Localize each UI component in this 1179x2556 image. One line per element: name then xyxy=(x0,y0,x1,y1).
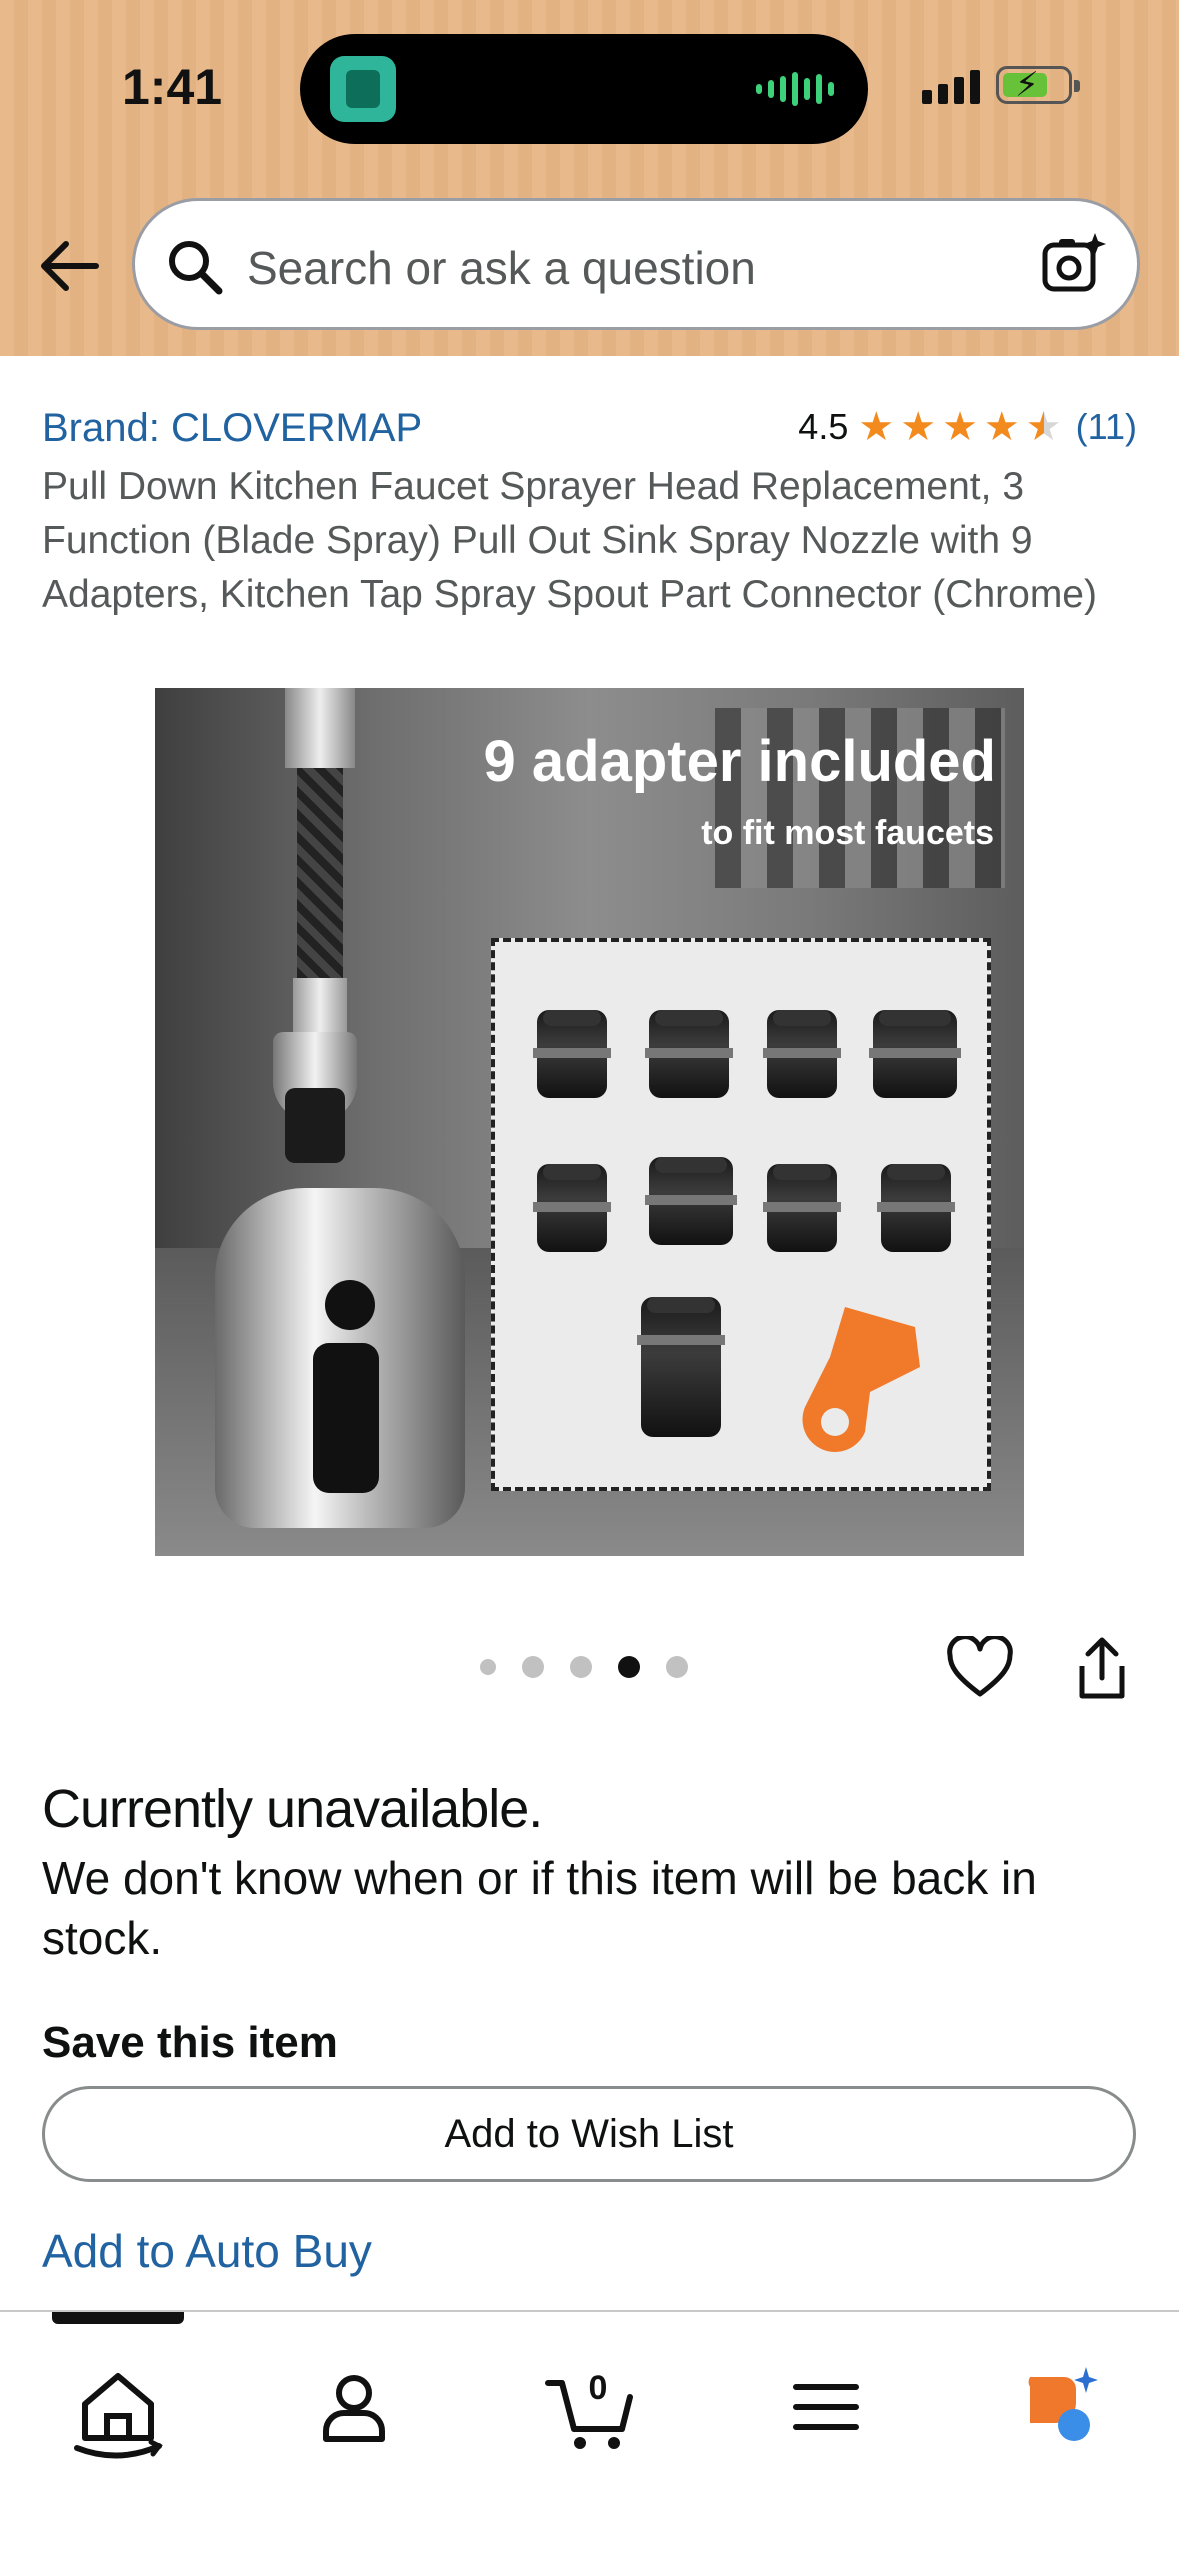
status-time: 1:41 xyxy=(122,59,223,115)
faucet-hose xyxy=(285,688,355,768)
star-full-icon: ★ xyxy=(900,405,937,449)
home-icon[interactable] xyxy=(58,2342,178,2472)
star-full-icon: ★ xyxy=(858,405,895,449)
adapters-panel xyxy=(491,938,991,1491)
back-arrow-icon[interactable] xyxy=(36,236,100,296)
search-icon xyxy=(165,237,225,302)
rating-value: 4.5 xyxy=(798,406,849,447)
heart-icon[interactable] xyxy=(946,1634,1014,1705)
dynamic-island[interactable] xyxy=(300,34,868,144)
now-playing-app-icon[interactable] xyxy=(330,56,396,122)
product-image[interactable]: 9 adapter included to fit most faucets xyxy=(155,688,1024,1556)
account-icon[interactable] xyxy=(294,2342,414,2472)
review-count-link[interactable]: (11) xyxy=(1076,406,1137,448)
search-bar[interactable]: Search or ask a question xyxy=(132,198,1140,330)
rating-summary[interactable]: 4.5 ★ ★ ★ ★ ★ (11) xyxy=(798,406,1137,448)
availability-heading: Currently unavailable. xyxy=(42,1779,543,1839)
save-item-heading: Save this item xyxy=(42,2018,338,2067)
search-input[interactable]: Search or ask a question xyxy=(247,241,756,295)
carousel-dot[interactable] xyxy=(570,1656,592,1678)
active-tab-indicator xyxy=(52,2312,184,2324)
menu-icon[interactable] xyxy=(766,2342,886,2472)
add-to-auto-buy-link[interactable]: Add to Auto Buy xyxy=(42,2224,372,2278)
header: 1:41 ⚡ Search or ask a question xyxy=(0,0,1179,356)
carousel-dot[interactable] xyxy=(480,1659,496,1675)
product-title: Pull Down Kitchen Faucet Sprayer Head Re… xyxy=(42,465,1097,616)
camera-search-icon[interactable] xyxy=(1037,229,1109,306)
star-full-icon: ★ xyxy=(983,405,1020,449)
availability-message: We don't know when or if this item will … xyxy=(42,1852,1037,1964)
add-to-wish-list-button[interactable]: Add to Wish List xyxy=(42,2086,1136,2182)
carousel-dot[interactable] xyxy=(522,1656,544,1678)
cart-icon[interactable]: 0 xyxy=(530,2342,650,2472)
cellular-signal-icon xyxy=(922,70,980,104)
orange-key xyxy=(775,1297,925,1457)
carousel-dot[interactable] xyxy=(666,1656,688,1678)
bottom-tab-bar: 0 xyxy=(0,2310,1179,2556)
rufus-assistant-icon[interactable] xyxy=(1000,2342,1120,2472)
battery-icon: ⚡ xyxy=(996,66,1080,104)
audio-wave-icon xyxy=(756,72,834,106)
cart-count: 0 xyxy=(589,2369,608,2407)
image-headline: 9 adapter included xyxy=(483,729,996,794)
star-full-icon: ★ xyxy=(942,405,978,449)
adapter-piece xyxy=(285,1088,345,1163)
star-half-icon: ★ xyxy=(1025,405,1062,449)
carousel-dots[interactable] xyxy=(480,1656,688,1678)
brand-link[interactable]: Brand: CLOVERMAP xyxy=(42,406,422,451)
sprayer-head xyxy=(215,1188,465,1528)
image-subline: to fit most faucets xyxy=(701,814,994,852)
share-icon[interactable] xyxy=(1072,1634,1132,1709)
carousel-dot-active[interactable] xyxy=(618,1656,640,1678)
